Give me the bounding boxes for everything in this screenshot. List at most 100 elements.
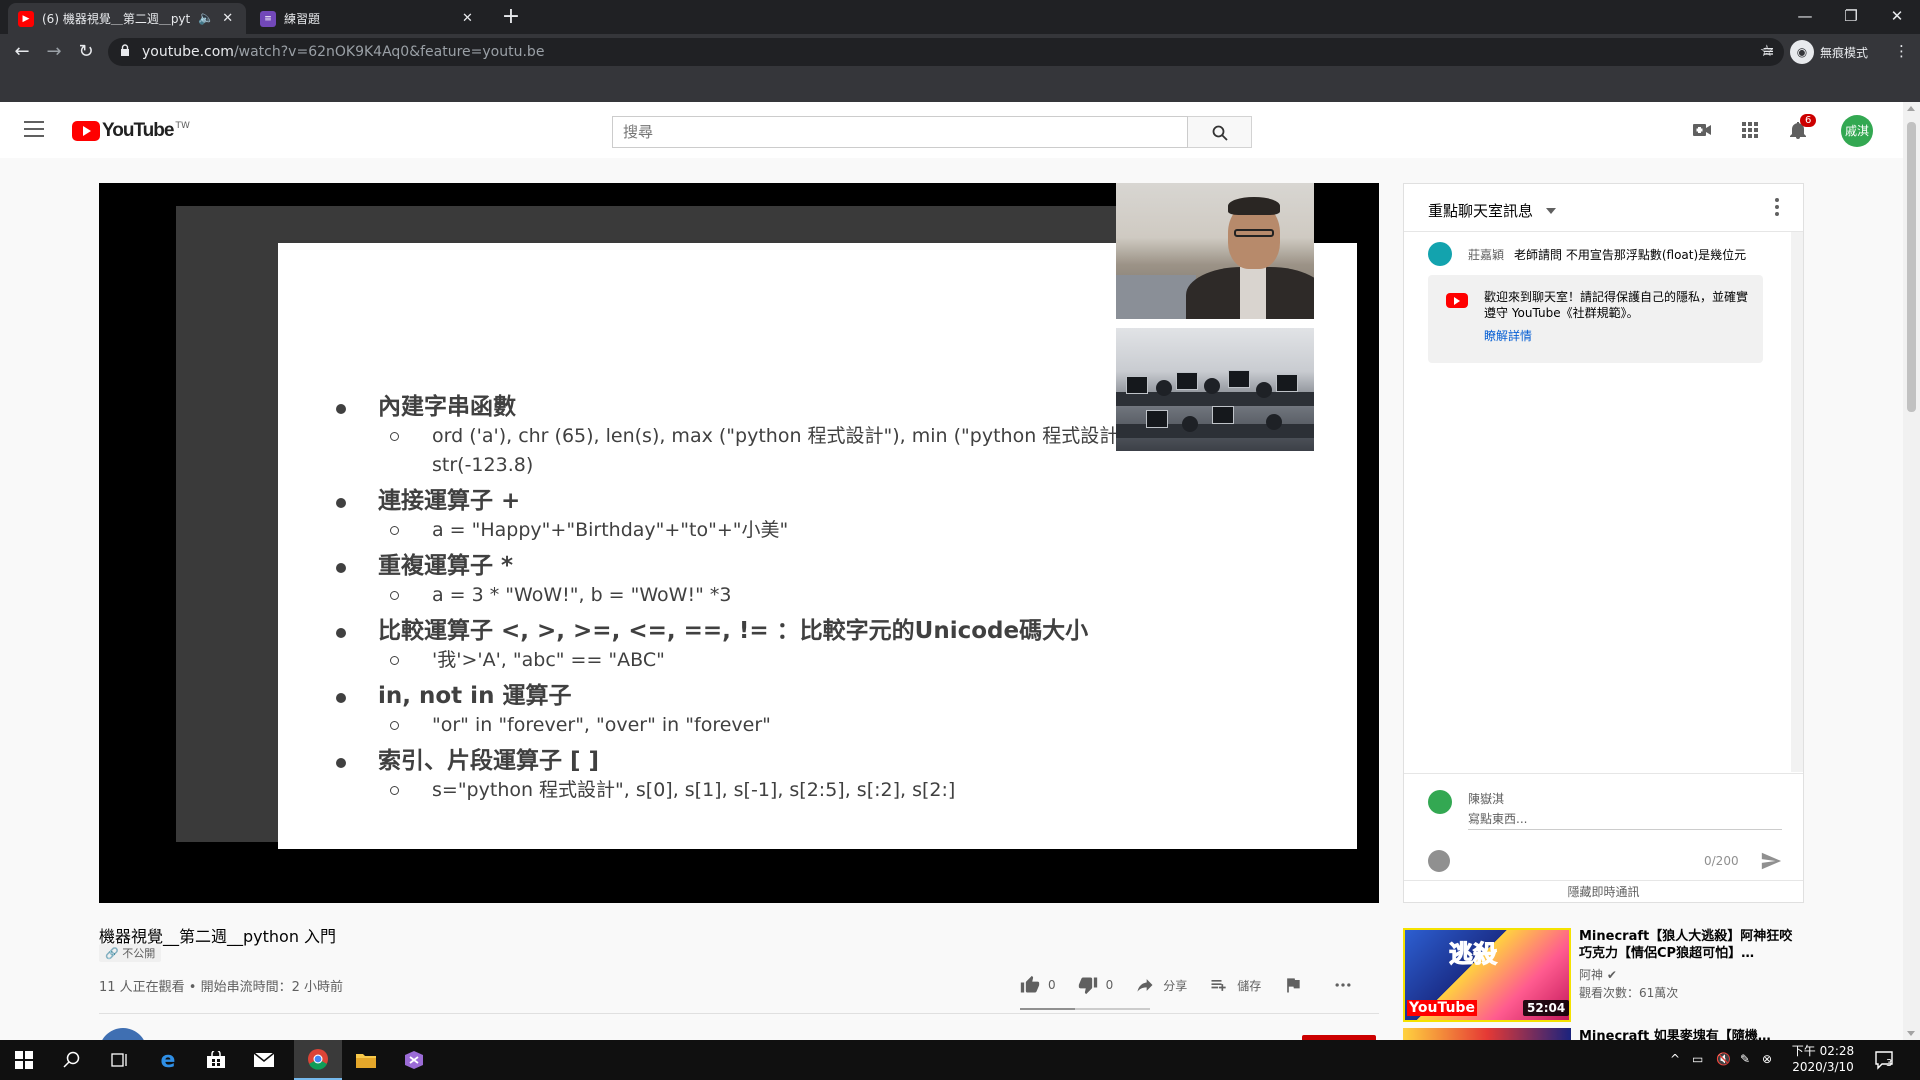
incognito-label: 無痕模式 — [1820, 45, 1869, 60]
scroll-down-icon[interactable] — [1907, 1031, 1915, 1036]
media-control-icon[interactable]: ≡ — [1762, 42, 1775, 60]
notification-count-badge: 6 — [1800, 114, 1817, 127]
slide-heading: 索引、片段運算子 [ ] — [336, 746, 1326, 776]
tray-close-icon[interactable]: ⊗ — [1762, 1052, 1772, 1066]
slide-heading: in, not in 運算子 — [336, 681, 1326, 711]
browser-tab-youtube[interactable]: ▶ (6) 機器視覺＿第二週＿pyth 🔈 ✕ — [8, 3, 246, 34]
chat-text: 老師請問 不用宣告那浮點數(float)是幾位元 — [1514, 247, 1747, 262]
minimize-button[interactable]: — — [1782, 4, 1828, 30]
tab-close-icon[interactable]: ✕ — [462, 11, 473, 26]
thumbs-down-icon — [1078, 977, 1097, 995]
hide-chat-button[interactable]: 隱藏即時通訊 — [1404, 880, 1803, 903]
speaker-icon[interactable]: 🔈 — [198, 11, 214, 26]
apps-grid-icon[interactable] — [1738, 118, 1762, 142]
search-icon — [1212, 125, 1228, 141]
emoji-icon[interactable] — [1428, 850, 1450, 872]
report-button[interactable] — [1283, 975, 1311, 995]
view-count: 觀看次數：61萬次 — [1579, 986, 1679, 1000]
recommendation-title[interactable]: Minecraft 如果麥塊有【隨機… — [1579, 1028, 1771, 1040]
volume-muted-icon[interactable]: 🔇 — [1716, 1052, 1731, 1066]
browser-menu-icon[interactable]: ⋮ — [1894, 42, 1909, 60]
restore-button[interactable]: ❐ — [1828, 4, 1874, 30]
scroll-thumb[interactable] — [1907, 122, 1916, 412]
taskbar-clock[interactable]: 下午 02:28 2020/3/10 — [1788, 1043, 1858, 1075]
task-view-icon — [111, 1053, 127, 1067]
taskbar-chrome[interactable] — [294, 1040, 342, 1080]
create-video-icon[interactable] — [1690, 118, 1714, 142]
address-bar[interactable]: youtube.com/watch?v=62nOK9K4Aq0&feature=… — [108, 38, 1784, 66]
taskbar-edge[interactable]: e — [144, 1040, 192, 1080]
tab-title: 練習題 — [284, 12, 321, 26]
avatar — [1428, 790, 1452, 814]
video-thumbnail[interactable] — [1403, 1028, 1571, 1040]
pen-icon[interactable]: ✎ — [1740, 1052, 1750, 1066]
more-actions-button[interactable] — [1333, 975, 1361, 995]
chat-message: 莊嘉穎 老師請問 不用宣告那浮點數(float)是幾位元 — [1428, 242, 1788, 266]
forms-favicon-icon: ≡ — [260, 10, 276, 27]
chat-scrollbar[interactable] — [1791, 232, 1803, 772]
account-avatar[interactable]: 戚淇 — [1841, 115, 1873, 147]
taskbar-search-button[interactable] — [48, 1040, 96, 1080]
like-count: 0 — [1048, 978, 1056, 992]
youtube-logo[interactable]: YouTube TW — [72, 120, 190, 142]
chat-more-icon[interactable] — [1775, 198, 1779, 219]
playlist-add-icon — [1211, 980, 1226, 991]
channel-name: 阿神 ✔ — [1579, 968, 1617, 982]
back-button[interactable]: ← — [10, 40, 34, 64]
new-tab-button[interactable]: + — [498, 5, 524, 31]
dislike-count: 0 — [1105, 978, 1114, 992]
chat-mode-dropdown[interactable]: 重點聊天室訊息 — [1428, 200, 1533, 221]
taskbar-file-explorer[interactable] — [342, 1040, 390, 1080]
slide-subitem: "or" in "forever", "over" in "forever" — [336, 711, 1326, 740]
reload-button[interactable]: ↻ — [74, 40, 98, 64]
avatar — [1428, 242, 1452, 266]
lock-icon — [121, 44, 129, 56]
live-chat-panel: 重點聊天室訊息 莊嘉穎 老師請問 不用宣告那浮點數(float)是幾位元 歡迎來… — [1403, 183, 1804, 903]
recommendation-item[interactable]: Minecraft 如果麥塊有【隨機… — [1403, 1028, 1804, 1040]
incognito-profile-button[interactable]: ◉ 無痕模式 — [1790, 39, 1868, 65]
windows-taskbar: e ^ ▭ 🔇 ✎ ⊗ 下午 02:28 2020/3/10 3 — [0, 1040, 1920, 1080]
slide-heading: 連接運算子 + — [336, 486, 1326, 516]
share-icon — [1137, 979, 1153, 992]
taskbar-mail[interactable] — [240, 1040, 288, 1080]
share-button[interactable]: 分享 — [1135, 975, 1187, 995]
chat-header: 重點聊天室訊息 — [1404, 184, 1803, 232]
video-player[interactable]: 內建字串函數 ord ('a'), chr (65), len(s), max … — [99, 183, 1379, 903]
browser-tab-exercise[interactable]: ≡ 練習題 ✕ — [250, 3, 486, 34]
send-icon[interactable] — [1760, 850, 1782, 872]
learn-more-link[interactable]: 瞭解詳情 — [1484, 327, 1532, 344]
page-scrollbar[interactable] — [1903, 102, 1920, 1040]
visual-studio-icon — [405, 1051, 423, 1069]
notification-count: 3 — [1886, 1058, 1893, 1069]
dislike-button[interactable]: 0 — [1078, 975, 1114, 995]
search-input[interactable] — [613, 117, 1187, 147]
chat-input-area: 陳嶽淇 0/200 — [1404, 773, 1803, 880]
mail-icon — [253, 1052, 275, 1067]
forward-button[interactable]: → — [42, 40, 66, 64]
url-text: youtube.com/watch?v=62nOK9K4Aq0&feature=… — [142, 44, 545, 60]
guide-menu-icon[interactable] — [24, 121, 44, 137]
recommendation-title[interactable]: Minecraft【狼人大逃殺】阿神狂咬巧克力【情侶CP狼超可怕】… — [1579, 928, 1793, 962]
action-center-button[interactable]: 3 — [1874, 1050, 1896, 1074]
scroll-up-icon[interactable] — [1907, 106, 1915, 111]
chevron-down-icon[interactable] — [1546, 208, 1556, 214]
slide-heading: 比較運算子 <, >, >=, <=, ==, != ：比較字元的Unicode… — [336, 616, 1326, 646]
duration-badge: 52:04 — [1523, 1000, 1570, 1016]
verified-icon: ✔ — [1606, 968, 1617, 982]
slide-subitem: a = 3 * "WoW!", b = "WoW!" *3 — [336, 581, 1326, 610]
tray-overflow-icon[interactable]: ^ — [1670, 1052, 1680, 1066]
like-button[interactable]: 0 — [1020, 975, 1056, 995]
chat-message-input[interactable] — [1468, 808, 1782, 830]
search-button[interactable] — [1188, 116, 1252, 148]
close-window-button[interactable]: ✕ — [1874, 4, 1920, 30]
network-icon[interactable]: ▭ — [1692, 1052, 1703, 1066]
taskbar-store[interactable] — [192, 1040, 240, 1080]
task-view-button[interactable] — [96, 1040, 144, 1080]
taskbar-app[interactable] — [390, 1040, 438, 1080]
tab-close-icon[interactable]: ✕ — [222, 11, 233, 26]
save-button[interactable]: 儲存 — [1209, 975, 1261, 995]
recommendation-item[interactable]: 逃殺 YouTube 52:04 Minecraft【狼人大逃殺】阿神狂咬巧克力… — [1403, 928, 1804, 1023]
start-button[interactable] — [0, 1040, 48, 1080]
chrome-icon — [308, 1049, 328, 1070]
slide-subitem: a = "Happy"+"Birthday"+"to"+"小美" — [336, 516, 1326, 545]
